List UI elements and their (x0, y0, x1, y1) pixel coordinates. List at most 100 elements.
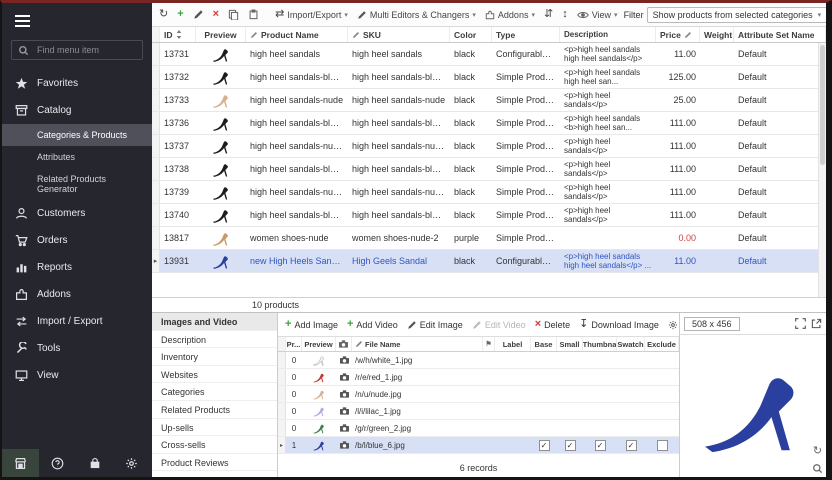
sort-asc-button[interactable]: ⇵ (541, 7, 556, 22)
list-item[interactable]: 0 /n/u/nude.jpg (278, 386, 679, 403)
cell-thumbnail[interactable] (583, 440, 617, 451)
sidebar-item-reports[interactable]: Reports (2, 254, 152, 281)
thumbnail-checkbox[interactable] (595, 440, 606, 451)
add-image-button[interactable]: +Add Image (285, 319, 338, 330)
edit-video-button[interactable]: Edit Video (472, 320, 526, 330)
exclude-checkbox[interactable] (657, 440, 668, 451)
column-header-camera[interactable] (336, 337, 352, 351)
sidebar-item-related-products-generator[interactable]: Related Products Generator (2, 168, 152, 200)
base-checkbox[interactable] (539, 440, 550, 451)
table-row[interactable]: 13737 high heel sandals-nude-36 high hee… (152, 135, 826, 158)
sidebar-item-addons[interactable]: Addons (2, 281, 152, 308)
add-product-button[interactable]: + (174, 7, 186, 22)
sidebar-item-tools[interactable]: Tools (2, 335, 152, 362)
tab-categories[interactable]: Categories (152, 383, 277, 401)
sidebar-item-catalog[interactable]: Catalog (2, 97, 152, 124)
expand-rows-button[interactable]: ↕ (559, 7, 571, 22)
column-header-description[interactable]: Description (560, 27, 656, 42)
column-header-price[interactable]: Price (656, 27, 700, 42)
open-external-button[interactable] (811, 318, 822, 329)
column-header-type[interactable]: Type (492, 27, 560, 42)
help-icon[interactable] (39, 449, 76, 477)
gear-icon[interactable] (113, 449, 150, 477)
table-row[interactable]: 13733 high heel sandals-nude high heel s… (152, 89, 826, 112)
column-header-label[interactable]: Label (495, 337, 531, 351)
sidebar-item-attributes[interactable]: Attributes (2, 146, 152, 168)
column-header-color[interactable]: Color (450, 27, 492, 42)
refresh-button[interactable]: ↻ (156, 7, 171, 22)
list-item[interactable]: 1 /b/l/blue_6.jpg (278, 437, 679, 454)
column-header-exclude[interactable]: Exclude (645, 337, 679, 351)
tab-cross-sells[interactable]: Cross-sells (152, 436, 277, 454)
column-header-base[interactable]: Base (531, 337, 557, 351)
delete-product-button[interactable]: × (210, 7, 222, 22)
column-header-preview[interactable]: Preview (302, 337, 336, 351)
column-header-attribute-set[interactable]: Attribute Set Name (734, 27, 826, 42)
tab-up-sells[interactable]: Up-sells (152, 419, 277, 437)
copy-button[interactable] (225, 7, 242, 22)
table-row[interactable]: 13736 high heel sandals-black-36 high he… (152, 112, 826, 135)
add-video-button[interactable]: +Add Video (347, 319, 398, 330)
search-input[interactable] (35, 44, 135, 56)
swatch-checkbox[interactable] (626, 440, 637, 451)
preview-image-area[interactable]: ↻ (680, 335, 826, 477)
vertical-scrollbar[interactable] (818, 43, 826, 297)
column-header-position[interactable]: Pr... (286, 337, 302, 351)
view-menu[interactable]: View▾ (574, 8, 621, 22)
column-header-swatch[interactable]: Swatch (617, 337, 645, 351)
image-size-field[interactable]: 508 x 456 (684, 317, 740, 331)
menu-icon[interactable] (2, 3, 152, 36)
tab-images-and-video[interactable]: Images and Video (152, 313, 277, 331)
download-image-button[interactable]: ↧Download Image (579, 319, 659, 330)
cell-swatch[interactable] (617, 440, 645, 451)
sidebar-item-import-export[interactable]: Import / Export (2, 308, 152, 335)
table-row[interactable]: 13738 high heel sandals-black-37 high he… (152, 158, 826, 181)
store-icon[interactable] (2, 449, 39, 477)
addons-menu[interactable]: Addons▾ (482, 8, 538, 22)
table-row[interactable]: 13731 high heel sandals high heel sandal… (152, 43, 826, 66)
column-header-thumbnail[interactable]: Thumbna (583, 337, 617, 351)
scrollbar-thumb[interactable] (820, 45, 825, 165)
edit-product-button[interactable] (190, 7, 207, 22)
column-header-product-name[interactable]: Product Name (246, 27, 348, 42)
table-row[interactable]: 13931 new High Heels Sandals High Geels … (152, 250, 826, 273)
column-header-flag[interactable]: ⚑ (483, 337, 495, 351)
lock-icon[interactable] (76, 449, 113, 477)
table-row[interactable]: 13817 women shoes-nude women shoes-nude-… (152, 227, 826, 250)
sidebar-item-customers[interactable]: Customers (2, 200, 152, 227)
column-header-small[interactable]: Small (557, 337, 583, 351)
paste-button[interactable] (245, 7, 262, 22)
sidebar-item-favorites[interactable]: Favorites (2, 70, 152, 97)
sidebar-item-categories-products[interactable]: Categories & Products (2, 124, 152, 146)
list-item[interactable]: 0 /l/i/lilac_1.jpg (278, 403, 679, 420)
list-item[interactable]: 0 /w/h/white_1.jpg (278, 352, 679, 369)
column-header-preview[interactable]: Preview (196, 27, 246, 42)
table-row[interactable]: 13732 high heel sandals-black high heel … (152, 66, 826, 89)
sidebar-search[interactable] (11, 40, 143, 60)
column-header-id[interactable]: ID (160, 27, 196, 42)
list-item[interactable]: 0 /g/r/green_2.jpg (278, 420, 679, 437)
tab-product-reviews[interactable]: Product Reviews (152, 454, 277, 472)
rotate-icon[interactable]: ↻ (813, 446, 822, 457)
small-checkbox[interactable] (565, 440, 576, 451)
delete-image-button[interactable]: ×Delete (535, 319, 570, 330)
multi-editors-menu[interactable]: Multi Editors & Changers▾ (354, 8, 479, 22)
column-header-file-name[interactable]: File Name (352, 337, 483, 351)
filter-select[interactable]: Show products from selected categories ▾ (647, 7, 826, 23)
import-export-menu[interactable]: ⇄ Import/Export▾ (272, 7, 351, 22)
column-header-weight[interactable]: Weight (700, 27, 734, 42)
sidebar-item-orders[interactable]: Orders (2, 227, 152, 254)
table-row[interactable]: 13739 high heel sandals-nude-37 high hee… (152, 181, 826, 204)
table-row[interactable]: 13740 high heel sandals-black-38 high he… (152, 204, 826, 227)
tab-related-products[interactable]: Related Products (152, 401, 277, 419)
tab-websites[interactable]: Websites (152, 366, 277, 384)
set-resize-rule-button[interactable]: Set Resize Rule (668, 320, 679, 330)
tab-inventory[interactable]: Inventory (152, 348, 277, 366)
fit-screen-button[interactable] (795, 318, 806, 329)
edit-image-button[interactable]: Edit Image (407, 320, 463, 330)
list-item[interactable]: 0 /r/e/red_1.jpg (278, 369, 679, 386)
zoom-icon[interactable] (812, 463, 823, 474)
tab-description[interactable]: Description (152, 331, 277, 349)
cell-small[interactable] (557, 440, 583, 451)
cell-base[interactable] (531, 440, 557, 451)
